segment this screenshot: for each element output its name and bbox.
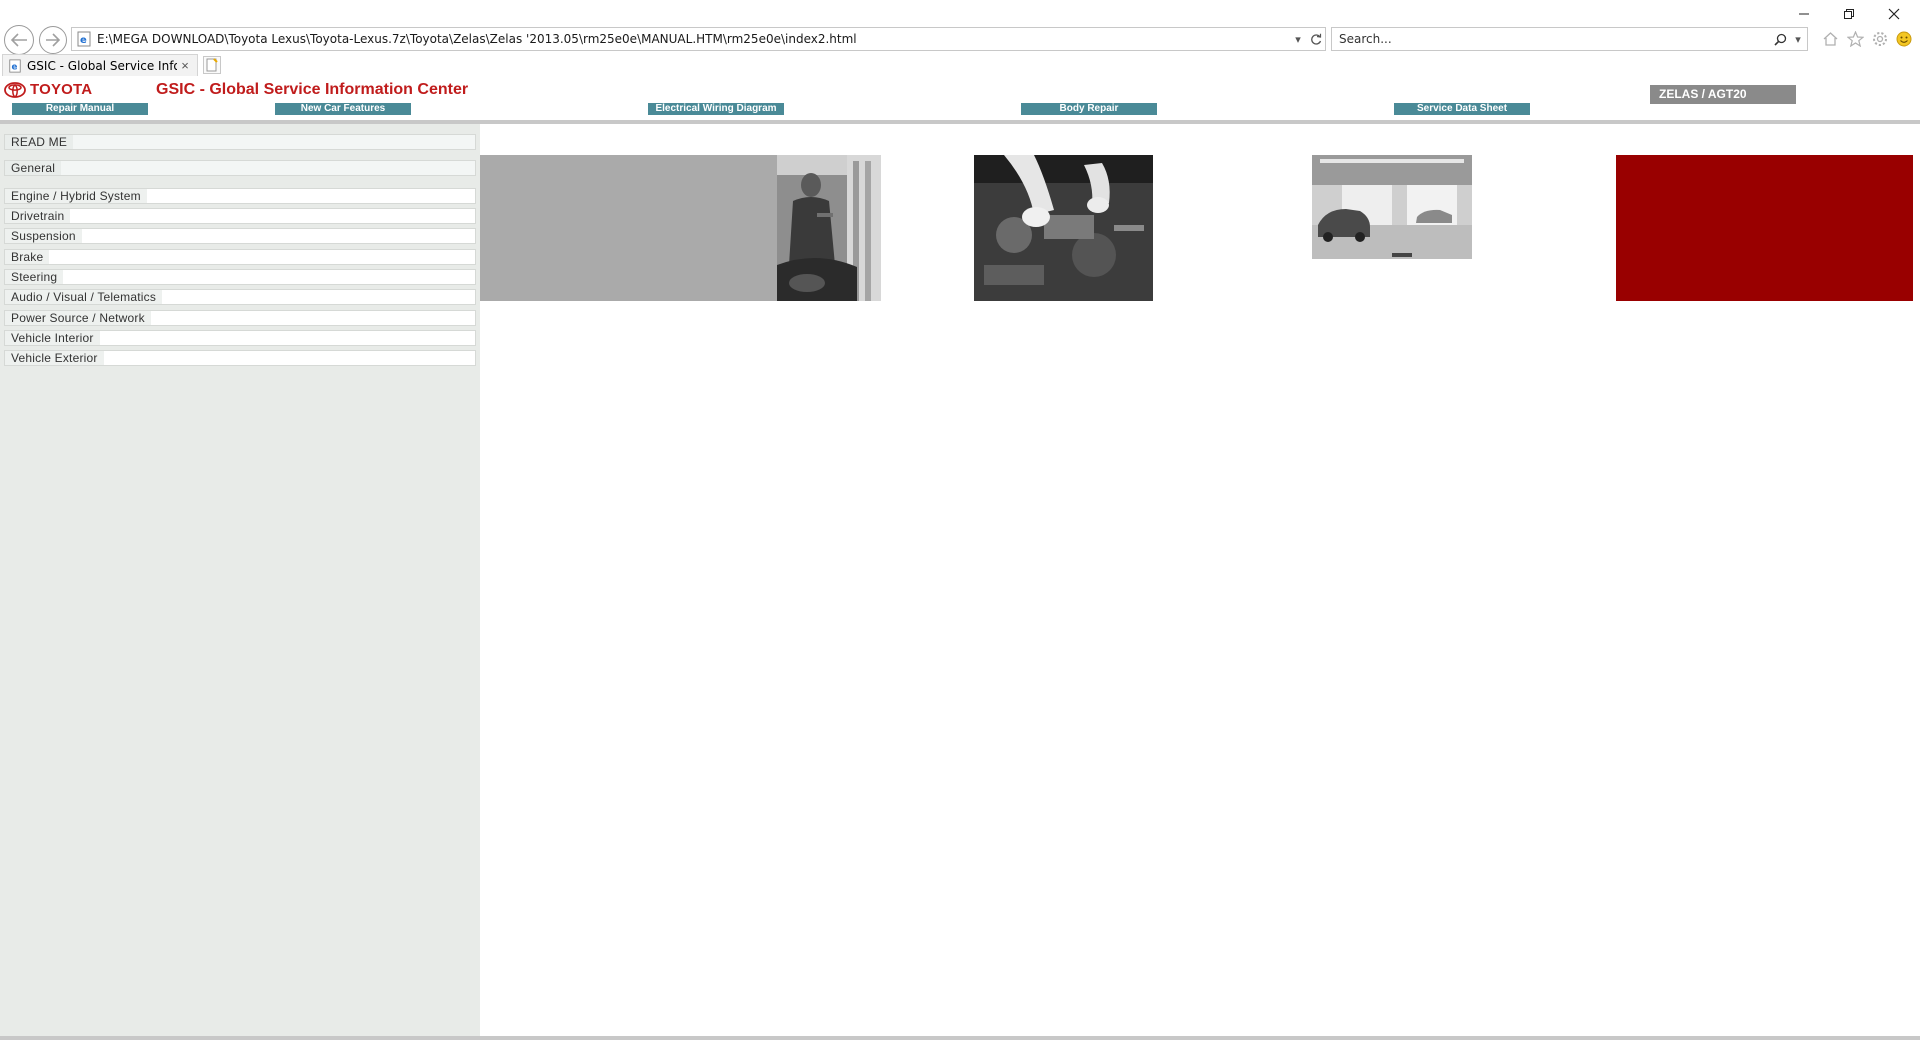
sidebar-item-general[interactable]: General xyxy=(4,160,476,176)
dropdown-icon[interactable]: ▾ xyxy=(1289,30,1307,48)
sidebar-item-audio-visual-telematics[interactable]: Audio / Visual / Telematics xyxy=(4,289,476,305)
search-bar[interactable]: Search... ▾ xyxy=(1331,27,1808,51)
sidebar-item-label: Drivetrain xyxy=(5,209,71,223)
refresh-icon[interactable] xyxy=(1307,30,1325,48)
minimize-icon[interactable] xyxy=(1784,4,1824,24)
brand-name: TOYOTA xyxy=(30,81,93,98)
sidebar-item-engine-hybrid-system[interactable]: Engine / Hybrid System xyxy=(4,188,476,204)
search-dropdown-icon[interactable]: ▾ xyxy=(1789,30,1807,48)
back-arrow-icon xyxy=(10,33,27,47)
sidebar-item-steering[interactable]: Steering xyxy=(4,269,476,285)
banner-gray-panel xyxy=(480,155,777,301)
address-text[interactable]: E:\MEGA DOWNLOAD\Toyota Lexus\Toyota-Lex… xyxy=(97,32,1289,46)
tab-title: GSIC - Global Service Infor... xyxy=(27,58,177,73)
tab-row: e GSIC - Global Service Infor... × xyxy=(0,54,1920,76)
banner-photo-technician xyxy=(777,155,881,301)
nav-body-repair[interactable]: Body Repair xyxy=(1021,103,1157,115)
new-tab-button[interactable] xyxy=(203,56,221,74)
sidebar-item-vehicle-interior[interactable]: Vehicle Interior xyxy=(4,330,476,346)
banner-photo-engine-work xyxy=(974,155,1153,301)
ie-page-icon: e xyxy=(77,31,91,47)
nav-electrical-wiring-diagram[interactable]: Electrical Wiring Diagram xyxy=(648,103,784,115)
main-content xyxy=(480,124,1920,1036)
address-bar[interactable]: e E:\MEGA DOWNLOAD\Toyota Lexus\Toyota-L… xyxy=(71,27,1326,51)
banner-red-panel xyxy=(1616,155,1913,301)
nav-service-data-sheet[interactable]: Service Data Sheet xyxy=(1394,103,1530,115)
forward-button[interactable] xyxy=(39,26,67,54)
back-button[interactable] xyxy=(4,25,34,55)
browser-chrome: e E:\MEGA DOWNLOAD\Toyota Lexus\Toyota-L… xyxy=(0,0,1920,78)
sidebar-item-power-source-network[interactable]: Power Source / Network xyxy=(4,310,476,326)
sidebar-item-label: Engine / Hybrid System xyxy=(5,189,147,203)
tab-gsic[interactable]: e GSIC - Global Service Infor... × xyxy=(2,54,198,76)
sidebar-item-drivetrain[interactable]: Drivetrain xyxy=(4,208,476,224)
sidebar-item-label: Vehicle Interior xyxy=(5,331,100,345)
sidebar-item-suspension[interactable]: Suspension xyxy=(4,228,476,244)
home-icon[interactable] xyxy=(1821,30,1839,48)
favorites-star-icon[interactable] xyxy=(1846,30,1864,48)
close-icon[interactable] xyxy=(1874,4,1914,24)
sidebar-item-read-me[interactable]: READ ME xyxy=(4,134,476,150)
sidebar-item-label: READ ME xyxy=(5,135,74,149)
sidebar-item-label: Vehicle Exterior xyxy=(5,351,104,365)
page-title: GSIC - Global Service Information Center xyxy=(156,81,469,98)
svg-text:e: e xyxy=(80,35,87,46)
tab-close-icon[interactable]: × xyxy=(177,58,193,73)
model-badge: ZELAS / AGT20 xyxy=(1650,85,1796,104)
nav-new-car-features[interactable]: New Car Features xyxy=(275,103,411,115)
smiley-feedback-icon[interactable] xyxy=(1895,30,1913,48)
sidebar-item-label: Steering xyxy=(5,270,64,284)
sidebar: READ ME General Engine / Hybrid System D… xyxy=(0,124,480,1036)
svg-text:e: e xyxy=(12,62,18,72)
settings-gear-icon[interactable] xyxy=(1871,30,1889,48)
nav-repair-manual[interactable]: Repair Manual xyxy=(12,103,148,115)
restore-icon[interactable] xyxy=(1829,4,1869,24)
forward-arrow-icon xyxy=(46,33,61,47)
ie-page-icon: e xyxy=(9,58,21,73)
sidebar-item-brake[interactable]: Brake xyxy=(4,249,476,265)
banner-photo-service-garage xyxy=(1312,155,1472,259)
search-icon[interactable] xyxy=(1771,30,1789,48)
page-header: TOYOTA GSIC - Global Service Information… xyxy=(0,78,1920,122)
footer-divider xyxy=(0,1036,1920,1040)
sidebar-item-label: General xyxy=(5,161,62,175)
sidebar-item-label: Audio / Visual / Telematics xyxy=(5,290,163,304)
toyota-logo-icon xyxy=(4,81,26,98)
sidebar-item-label: Brake xyxy=(5,250,50,264)
new-tab-icon xyxy=(206,58,218,72)
sidebar-item-vehicle-exterior[interactable]: Vehicle Exterior xyxy=(4,350,476,366)
toyota-brand[interactable]: TOYOTA xyxy=(4,81,92,98)
sidebar-item-label: Power Source / Network xyxy=(5,311,151,325)
sidebar-item-label: Suspension xyxy=(5,229,82,243)
search-input[interactable]: Search... xyxy=(1332,32,1771,46)
